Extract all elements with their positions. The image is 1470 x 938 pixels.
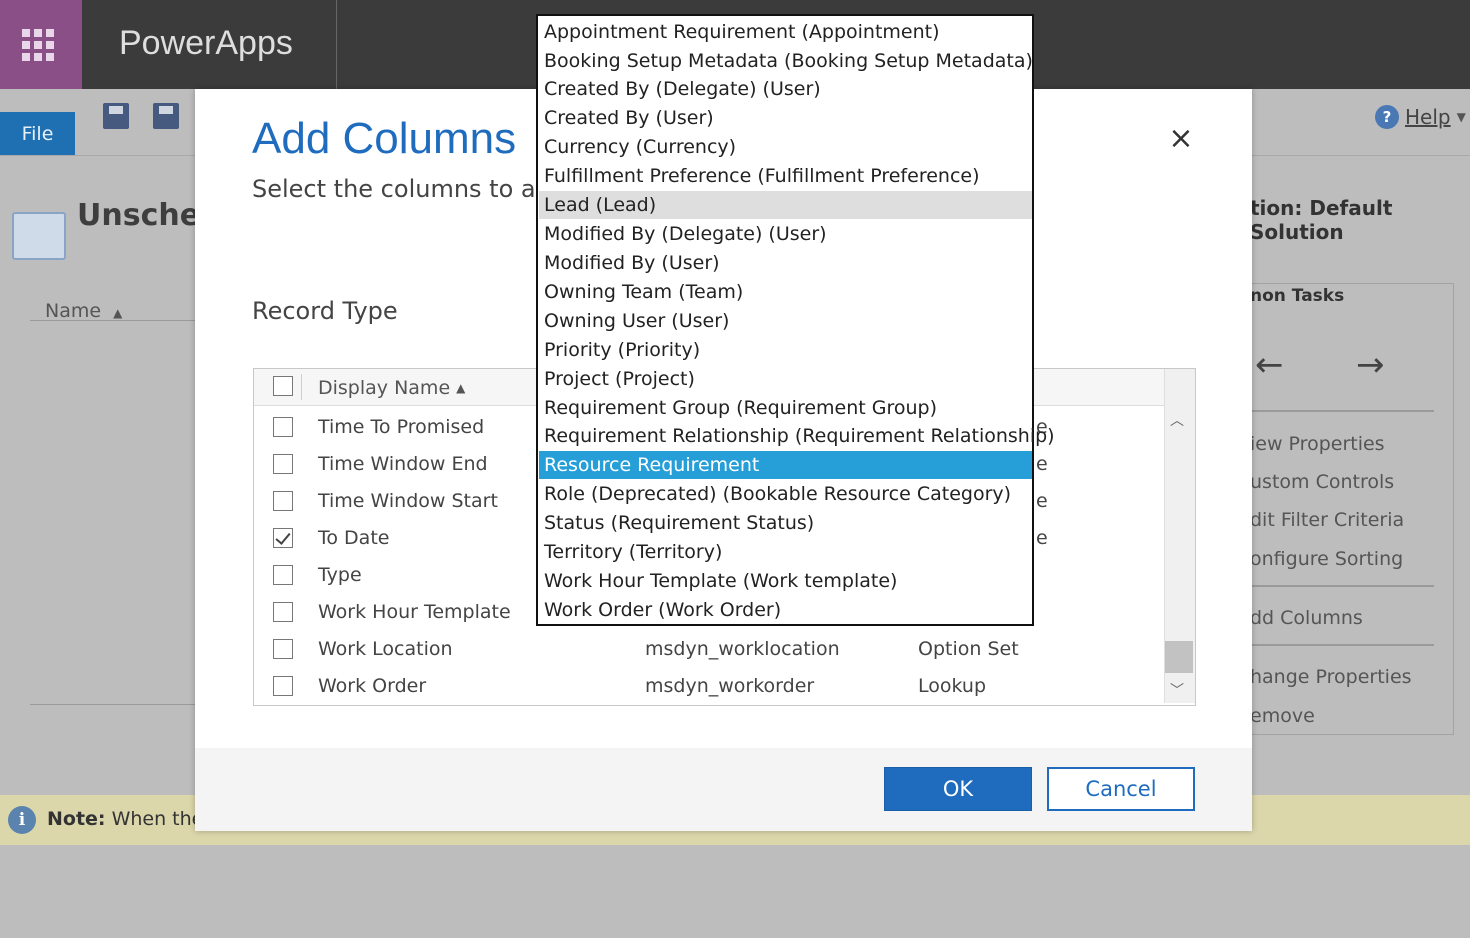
info-icon: i (8, 806, 36, 834)
dropdown-option-hovered[interactable]: Lead (Lead) (539, 191, 1032, 219)
row-display-name[interactable]: Time To Promised (318, 416, 484, 438)
row-type-partial: e (1036, 453, 1048, 475)
scrollbar-thumb[interactable] (1165, 641, 1193, 673)
entity-icon (12, 212, 66, 260)
dropdown-option-selected[interactable]: Resource Requirement (539, 451, 1032, 479)
brand-divider (336, 0, 337, 89)
waffle-icon (22, 29, 54, 61)
dropdown-option[interactable]: Created By (User) (539, 104, 1032, 132)
row-checkbox-checked[interactable] (273, 528, 293, 548)
dropdown-option[interactable]: Modified By (User) (539, 249, 1032, 277)
dropdown-option[interactable]: Requirement Group (Requirement Group) (539, 394, 1032, 422)
dropdown-option[interactable]: Owning Team (Team) (539, 278, 1032, 306)
row-type-partial: e (1036, 490, 1048, 512)
ok-button[interactable]: OK (884, 767, 1032, 811)
row-display-name[interactable]: Work Hour Template (318, 601, 511, 623)
help-icon: ? (1375, 105, 1399, 129)
dropdown-option[interactable]: Status (Requirement Status) (539, 509, 1032, 537)
dialog-subtitle: Select the columns to ade (252, 175, 566, 203)
row-checkbox[interactable] (273, 565, 293, 585)
row-checkbox[interactable] (273, 417, 293, 437)
common-tasks-title: non Tasks (1250, 286, 1345, 306)
cancel-button[interactable]: Cancel (1047, 767, 1195, 811)
display-name-header-label: Display Name (318, 377, 451, 399)
row-checkbox[interactable] (273, 676, 293, 696)
name-column-header[interactable]: Name ▲ (45, 300, 122, 322)
dropdown-option[interactable]: Appointment Requirement (Appointment) (539, 18, 1032, 46)
note-label: Note: (47, 808, 106, 830)
dialog-title: Add Columns (252, 114, 517, 163)
save-icon[interactable] (103, 103, 129, 129)
header-divider (30, 320, 200, 321)
name-column-label: Name (45, 300, 102, 322)
chevron-down-icon: ▼ (1456, 110, 1466, 124)
app-launcher-button[interactable] (0, 0, 82, 89)
task-custom-controls[interactable]: ustom Controls (1250, 471, 1394, 493)
row-display-name[interactable]: Work Location (318, 638, 453, 660)
row-display-name[interactable]: Time Window End (318, 453, 488, 475)
task-change-properties[interactable]: hange Properties (1250, 666, 1412, 688)
dropdown-option[interactable]: Territory (Territory) (539, 538, 1032, 566)
note-text: Note: When the (47, 808, 203, 830)
dropdown-option[interactable]: Work Hour Template (Work template) (539, 567, 1032, 595)
task-remove[interactable]: emove (1250, 705, 1315, 727)
dropdown-option[interactable]: Currency (Currency) (539, 133, 1032, 161)
page-title: Unsche (77, 198, 201, 233)
dropdown-option[interactable]: Created By (Delegate) (User) (539, 75, 1032, 103)
display-name-column-header[interactable]: Display Name ▲ (318, 377, 465, 399)
sort-ascending-icon: ▲ (113, 306, 123, 320)
task-configure-sorting[interactable]: onfigure Sorting (1250, 548, 1403, 570)
row-field-type: Option Set (918, 638, 1019, 660)
row-display-name[interactable]: Type (318, 564, 362, 586)
dropdown-option[interactable]: Fulfillment Preference (Fulfillment Pref… (539, 162, 1032, 190)
task-view-properties[interactable]: iew Properties (1250, 433, 1385, 455)
task-add-columns[interactable]: dd Columns (1250, 607, 1363, 629)
help-menu[interactable]: ? Help ▼ (1375, 105, 1466, 129)
row-checkbox[interactable] (273, 639, 293, 659)
note-message: When the (111, 808, 204, 830)
dropdown-option[interactable]: Booking Setup Metadata (Booking Setup Me… (539, 47, 1033, 75)
task-divider (1250, 410, 1434, 412)
arrow-right-icon[interactable]: → (1356, 345, 1385, 385)
select-all-checkbox[interactable] (273, 376, 293, 396)
dropdown-option[interactable]: Project (Project) (539, 365, 1032, 393)
dropdown-option[interactable]: Requirement Relationship (Requirement Re… (539, 422, 1055, 450)
row-type-partial: e (1036, 527, 1048, 549)
solution-label: tion: Default Solution (1250, 196, 1393, 244)
header-column-divider (301, 374, 302, 400)
dropdown-option[interactable]: Modified By (Delegate) (User) (539, 220, 1032, 248)
dropdown-option[interactable]: Priority (Priority) (539, 336, 1032, 364)
row-schema-name: msdyn_workorder (645, 675, 815, 697)
help-label: Help (1405, 105, 1451, 129)
save-and-close-icon[interactable] (153, 103, 179, 129)
row-display-name[interactable]: Work Order (318, 675, 426, 697)
close-icon[interactable]: × (1166, 124, 1196, 154)
brand-title: PowerApps (119, 24, 293, 62)
arrow-left-icon[interactable]: ← (1255, 345, 1284, 385)
row-checkbox[interactable] (273, 602, 293, 622)
task-divider (1250, 644, 1434, 646)
task-divider (1250, 585, 1434, 587)
task-edit-filter-criteria[interactable]: dit Filter Criteria (1250, 509, 1404, 531)
row-display-name[interactable]: To Date (318, 527, 389, 549)
row-schema-name: msdyn_worklocation (645, 638, 840, 660)
row-field-type: Lookup (918, 675, 987, 697)
record-type-label: Record Type (252, 297, 398, 325)
file-tab[interactable]: File (0, 112, 75, 155)
row-checkbox[interactable] (273, 491, 293, 511)
row-display-name[interactable]: Time Window Start (318, 490, 498, 512)
sort-ascending-icon: ▲ (456, 381, 466, 395)
row-checkbox[interactable] (273, 454, 293, 474)
dropdown-option[interactable]: Role (Deprecated) (Bookable Resource Cat… (539, 480, 1032, 508)
chevron-up-icon[interactable]: ︿ (1170, 410, 1184, 430)
dropdown-option[interactable]: Owning User (User) (539, 307, 1032, 335)
list-bottom-divider (30, 704, 200, 705)
dropdown-option[interactable]: Work Order (Work Order) (539, 596, 1032, 624)
chevron-down-icon[interactable]: ﹀ (1170, 680, 1184, 700)
